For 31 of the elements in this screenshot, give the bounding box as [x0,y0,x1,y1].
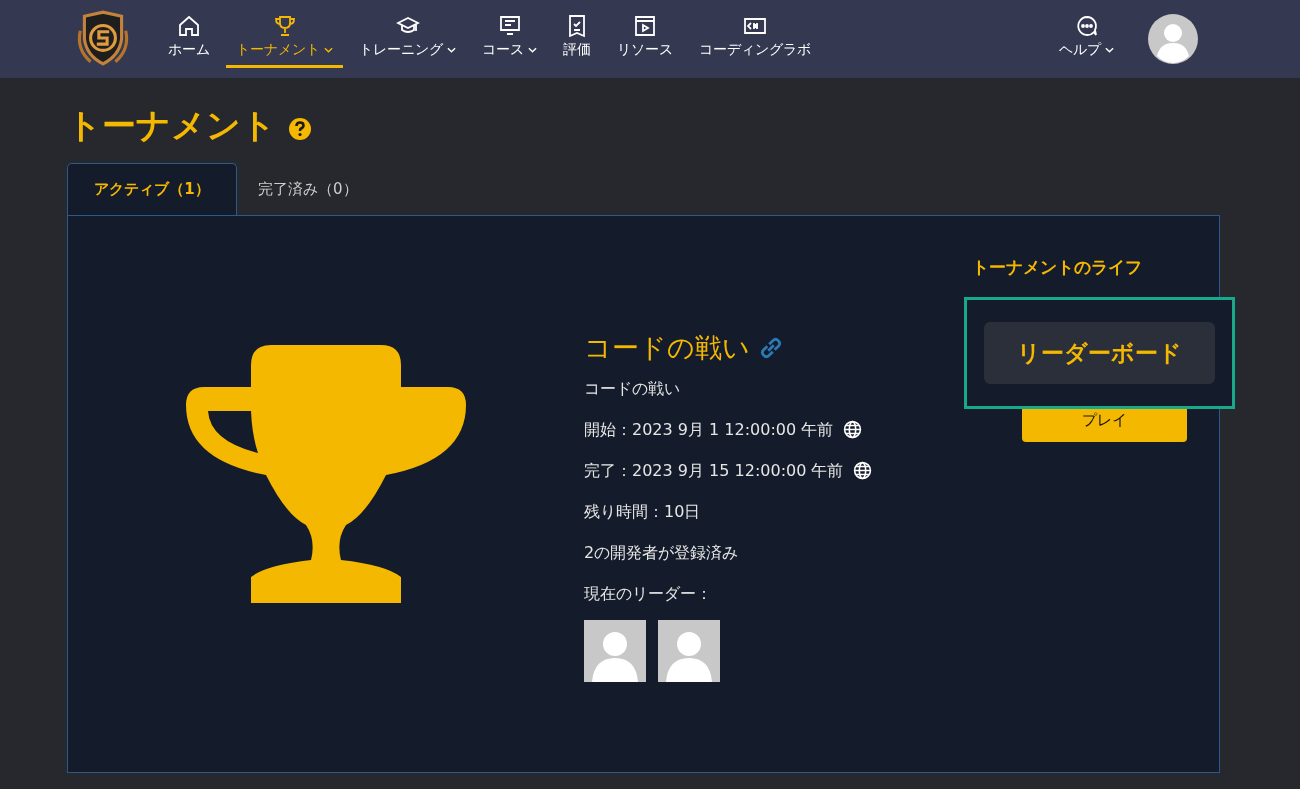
nav-item[interactable]: リソース [607,10,683,68]
help-menu[interactable]: ヘルプ [1049,10,1124,68]
trophy-icon [272,14,297,38]
trophy-icon [186,345,466,605]
info-text: 完了：2023 9月 15 12:00:00 午前 [584,460,844,482]
chat-bubble-icon [1074,14,1099,38]
tab[interactable]: アクティブ（1） [67,163,237,215]
avatar-icon[interactable] [1148,14,1198,64]
home-icon [177,14,201,38]
info-text: 残り時間：10日 [584,501,701,523]
leaderboard-button[interactable]: リーダーボード [984,322,1215,384]
section-heading: トーナメントのライフ [972,256,1143,279]
nav-item[interactable]: トレーニング [349,10,466,68]
nav-item[interactable]: コース [472,10,547,68]
nav-item[interactable]: コーディングラボ [689,10,821,68]
link-icon[interactable] [760,337,782,359]
monitor-icon [497,14,522,38]
globe-icon[interactable] [853,461,873,480]
nav-item[interactable]: ホーム [158,10,220,68]
tab[interactable]: 完了済み（0） [237,163,379,215]
tournament-description: コードの戦い [584,378,681,400]
globe-icon[interactable] [843,420,863,439]
info-text: 現在のリーダー： [584,583,712,605]
info-text: 開始：2023 9月 1 12:00:00 午前 [584,419,834,441]
nav-item[interactable]: 評価 [553,10,601,68]
nav-item[interactable]: トーナメント [226,10,343,68]
play-icon [633,14,657,38]
tournament-name: コードの戦い [584,331,750,365]
info-text: 2の開発者が登録済み [584,542,739,564]
help-icon[interactable] [288,117,312,141]
page-title: トーナメント [67,104,276,147]
